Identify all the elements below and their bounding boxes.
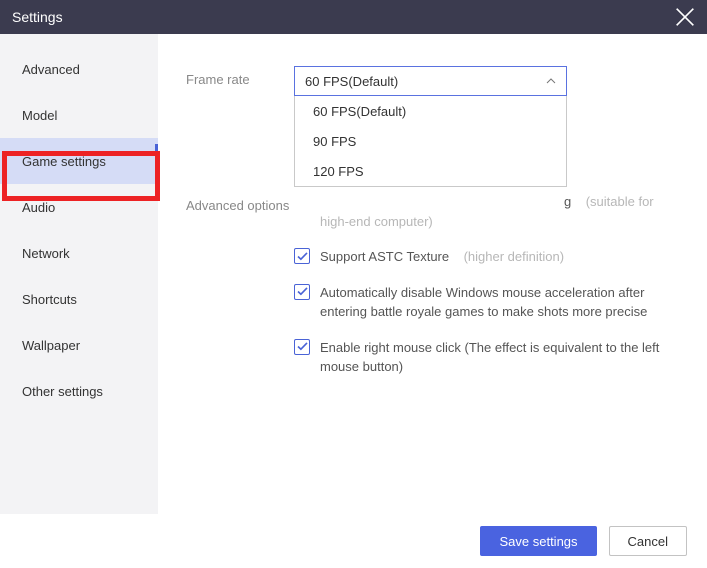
- checkbox-astc[interactable]: [294, 248, 310, 264]
- frame-rate-option-90[interactable]: 90 FPS: [295, 126, 566, 156]
- window-title: Settings: [12, 9, 63, 25]
- option-text-fragment: g: [564, 194, 571, 209]
- sidebar-item-audio[interactable]: Audio: [0, 184, 158, 230]
- sidebar-item-advanced[interactable]: Advanced: [0, 46, 158, 92]
- window-titlebar: Settings: [0, 0, 707, 34]
- sidebar-item-game-settings[interactable]: Game settings: [0, 138, 158, 184]
- advanced-option-mouse-accel: Automatically disable Windows mouse acce…: [294, 283, 679, 322]
- option-text: Automatically disable Windows mouse acce…: [320, 285, 647, 320]
- footer: Save settings Cancel: [0, 514, 707, 568]
- frame-rate-option-60[interactable]: 60 FPS(Default): [295, 96, 566, 126]
- sidebar-item-other-settings[interactable]: Other settings: [0, 368, 158, 414]
- option-hint: (suitable for high-end computer): [320, 194, 654, 229]
- save-button[interactable]: Save settings: [480, 526, 596, 556]
- sidebar-item-label: Game settings: [22, 154, 106, 169]
- frame-rate-label: Frame rate: [186, 66, 294, 96]
- option-text: Enable right mouse click (The effect is …: [320, 340, 659, 375]
- sidebar-item-label: Advanced: [22, 62, 80, 77]
- frame-rate-dropdown-list: 60 FPS(Default) 90 FPS 120 FPS: [294, 96, 567, 187]
- settings-panel: Frame rate 60 FPS(Default) 60 FPS(Defaul…: [158, 34, 707, 514]
- sidebar: Advanced Model Game settings Audio Netwo…: [0, 34, 158, 514]
- checkbox-right-click[interactable]: [294, 339, 310, 355]
- sidebar-item-model[interactable]: Model: [0, 92, 158, 138]
- save-button-label: Save settings: [499, 534, 577, 549]
- advanced-option-astc: Support ASTC Texture (higher definition): [294, 247, 679, 267]
- frame-rate-row: Frame rate 60 FPS(Default) 60 FPS(Defaul…: [186, 66, 679, 96]
- sidebar-item-label: Network: [22, 246, 70, 261]
- sidebar-item-label: Other settings: [22, 384, 103, 399]
- option-label: 90 FPS: [313, 134, 356, 149]
- advanced-options-row: Advanced options g (suitable for high-en…: [186, 192, 679, 393]
- cancel-button-label: Cancel: [628, 534, 668, 549]
- advanced-options-label: Advanced options: [186, 192, 294, 393]
- option-hint: (higher definition): [464, 249, 564, 264]
- chevron-up-icon: [546, 78, 556, 84]
- option-label: 120 FPS: [313, 164, 364, 179]
- checkbox-mouse-accel[interactable]: [294, 284, 310, 300]
- frame-rate-dropdown[interactable]: 60 FPS(Default): [294, 66, 567, 96]
- advanced-option-right-click: Enable right mouse click (The effect is …: [294, 338, 679, 377]
- frame-rate-selected-value: 60 FPS(Default): [305, 74, 398, 89]
- frame-rate-option-120[interactable]: 120 FPS: [295, 156, 566, 186]
- sidebar-item-label: Shortcuts: [22, 292, 77, 307]
- option-text: Support ASTC Texture: [320, 249, 449, 264]
- sidebar-item-label: Wallpaper: [22, 338, 80, 353]
- advanced-option-highend: g (suitable for high-end computer): [294, 192, 679, 231]
- sidebar-item-label: Audio: [22, 200, 55, 215]
- sidebar-item-shortcuts[interactable]: Shortcuts: [0, 276, 158, 322]
- sidebar-item-label: Model: [22, 108, 57, 123]
- sidebar-item-wallpaper[interactable]: Wallpaper: [0, 322, 158, 368]
- sidebar-item-network[interactable]: Network: [0, 230, 158, 276]
- option-label: 60 FPS(Default): [313, 104, 406, 119]
- close-icon[interactable]: [675, 7, 695, 27]
- cancel-button[interactable]: Cancel: [609, 526, 687, 556]
